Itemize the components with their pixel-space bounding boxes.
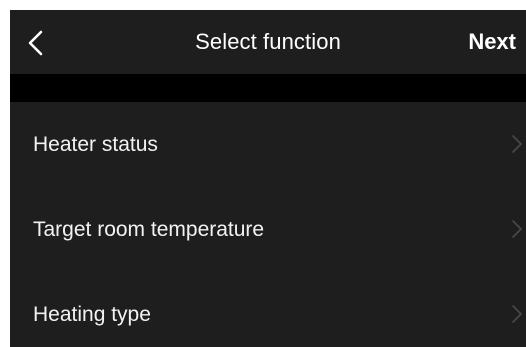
list-item-label: Heater status [33,133,158,156]
next-button[interactable]: Next [468,29,516,55]
list-item-heating-type[interactable]: Heating type [10,272,526,347]
list-item-heater-status[interactable]: Heater status [10,102,526,187]
page-title: Select function [195,29,341,54]
select-function-screen: Select function Next Heater status Targe… [10,10,526,347]
chevron-left-icon [24,28,50,58]
list-item-label: Target room temperature [33,218,265,241]
navigation-bar: Select function Next [10,10,526,74]
chevron-right-icon [511,304,523,324]
chevron-right-icon [511,219,523,239]
list-item-target-room-temperature[interactable]: Target room temperature [10,187,526,272]
section-divider [10,74,526,102]
list-item-label: Heating type [33,303,151,326]
back-button[interactable] [24,28,50,58]
chevron-right-icon [511,134,523,154]
function-list: Heater status Target room temperature He… [10,102,526,347]
